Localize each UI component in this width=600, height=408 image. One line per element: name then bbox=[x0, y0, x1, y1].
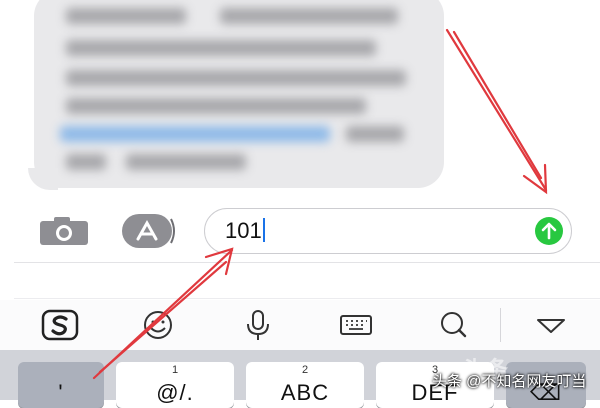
key-2[interactable]: 2 ABC bbox=[246, 362, 364, 408]
blurred-text bbox=[66, 8, 186, 24]
message-input-value: 101 bbox=[225, 218, 265, 244]
blurred-text bbox=[66, 98, 366, 114]
blurred-link bbox=[60, 126, 330, 142]
bubble-tail bbox=[28, 168, 58, 190]
arrow-to-send-button bbox=[445, 28, 548, 195]
blurred-text bbox=[66, 154, 106, 170]
key-punctuation[interactable]: ' bbox=[18, 362, 104, 408]
blurred-text bbox=[126, 154, 246, 170]
toolbar-separator bbox=[500, 308, 501, 342]
message-input[interactable]: 101 bbox=[204, 208, 572, 254]
key-label: ABC bbox=[280, 380, 330, 405]
divider bbox=[14, 262, 600, 263]
composer-row: 101 bbox=[0, 200, 600, 260]
blurred-text bbox=[346, 126, 404, 142]
divider bbox=[14, 298, 600, 299]
key-1[interactable]: 1 @/. bbox=[116, 362, 234, 408]
blurred-text bbox=[220, 8, 398, 24]
microphone-icon[interactable] bbox=[238, 308, 278, 342]
app-store-icon[interactable] bbox=[121, 213, 175, 249]
camera-icon[interactable] bbox=[38, 216, 90, 246]
arrow-up-icon bbox=[541, 222, 557, 240]
sogou-logo-icon[interactable] bbox=[40, 308, 80, 342]
key-number: 1 bbox=[171, 364, 179, 376]
watermark-text: 头条 @不知名网友叮当 bbox=[432, 373, 587, 390]
blurred-text bbox=[66, 70, 406, 86]
keyboard-icon[interactable] bbox=[336, 308, 376, 342]
keyboard-toolbar bbox=[0, 300, 600, 350]
emoji-icon[interactable] bbox=[138, 308, 178, 342]
key-label: @/. bbox=[156, 380, 194, 405]
blurred-text bbox=[66, 40, 376, 56]
message-bubble[interactable] bbox=[34, 0, 444, 188]
collapse-triangle-icon[interactable] bbox=[531, 308, 571, 342]
key-label: ' bbox=[58, 380, 64, 405]
key-number: 2 bbox=[301, 364, 309, 376]
text-caret bbox=[262, 218, 265, 242]
search-icon[interactable] bbox=[434, 308, 474, 342]
send-button[interactable] bbox=[535, 217, 563, 245]
